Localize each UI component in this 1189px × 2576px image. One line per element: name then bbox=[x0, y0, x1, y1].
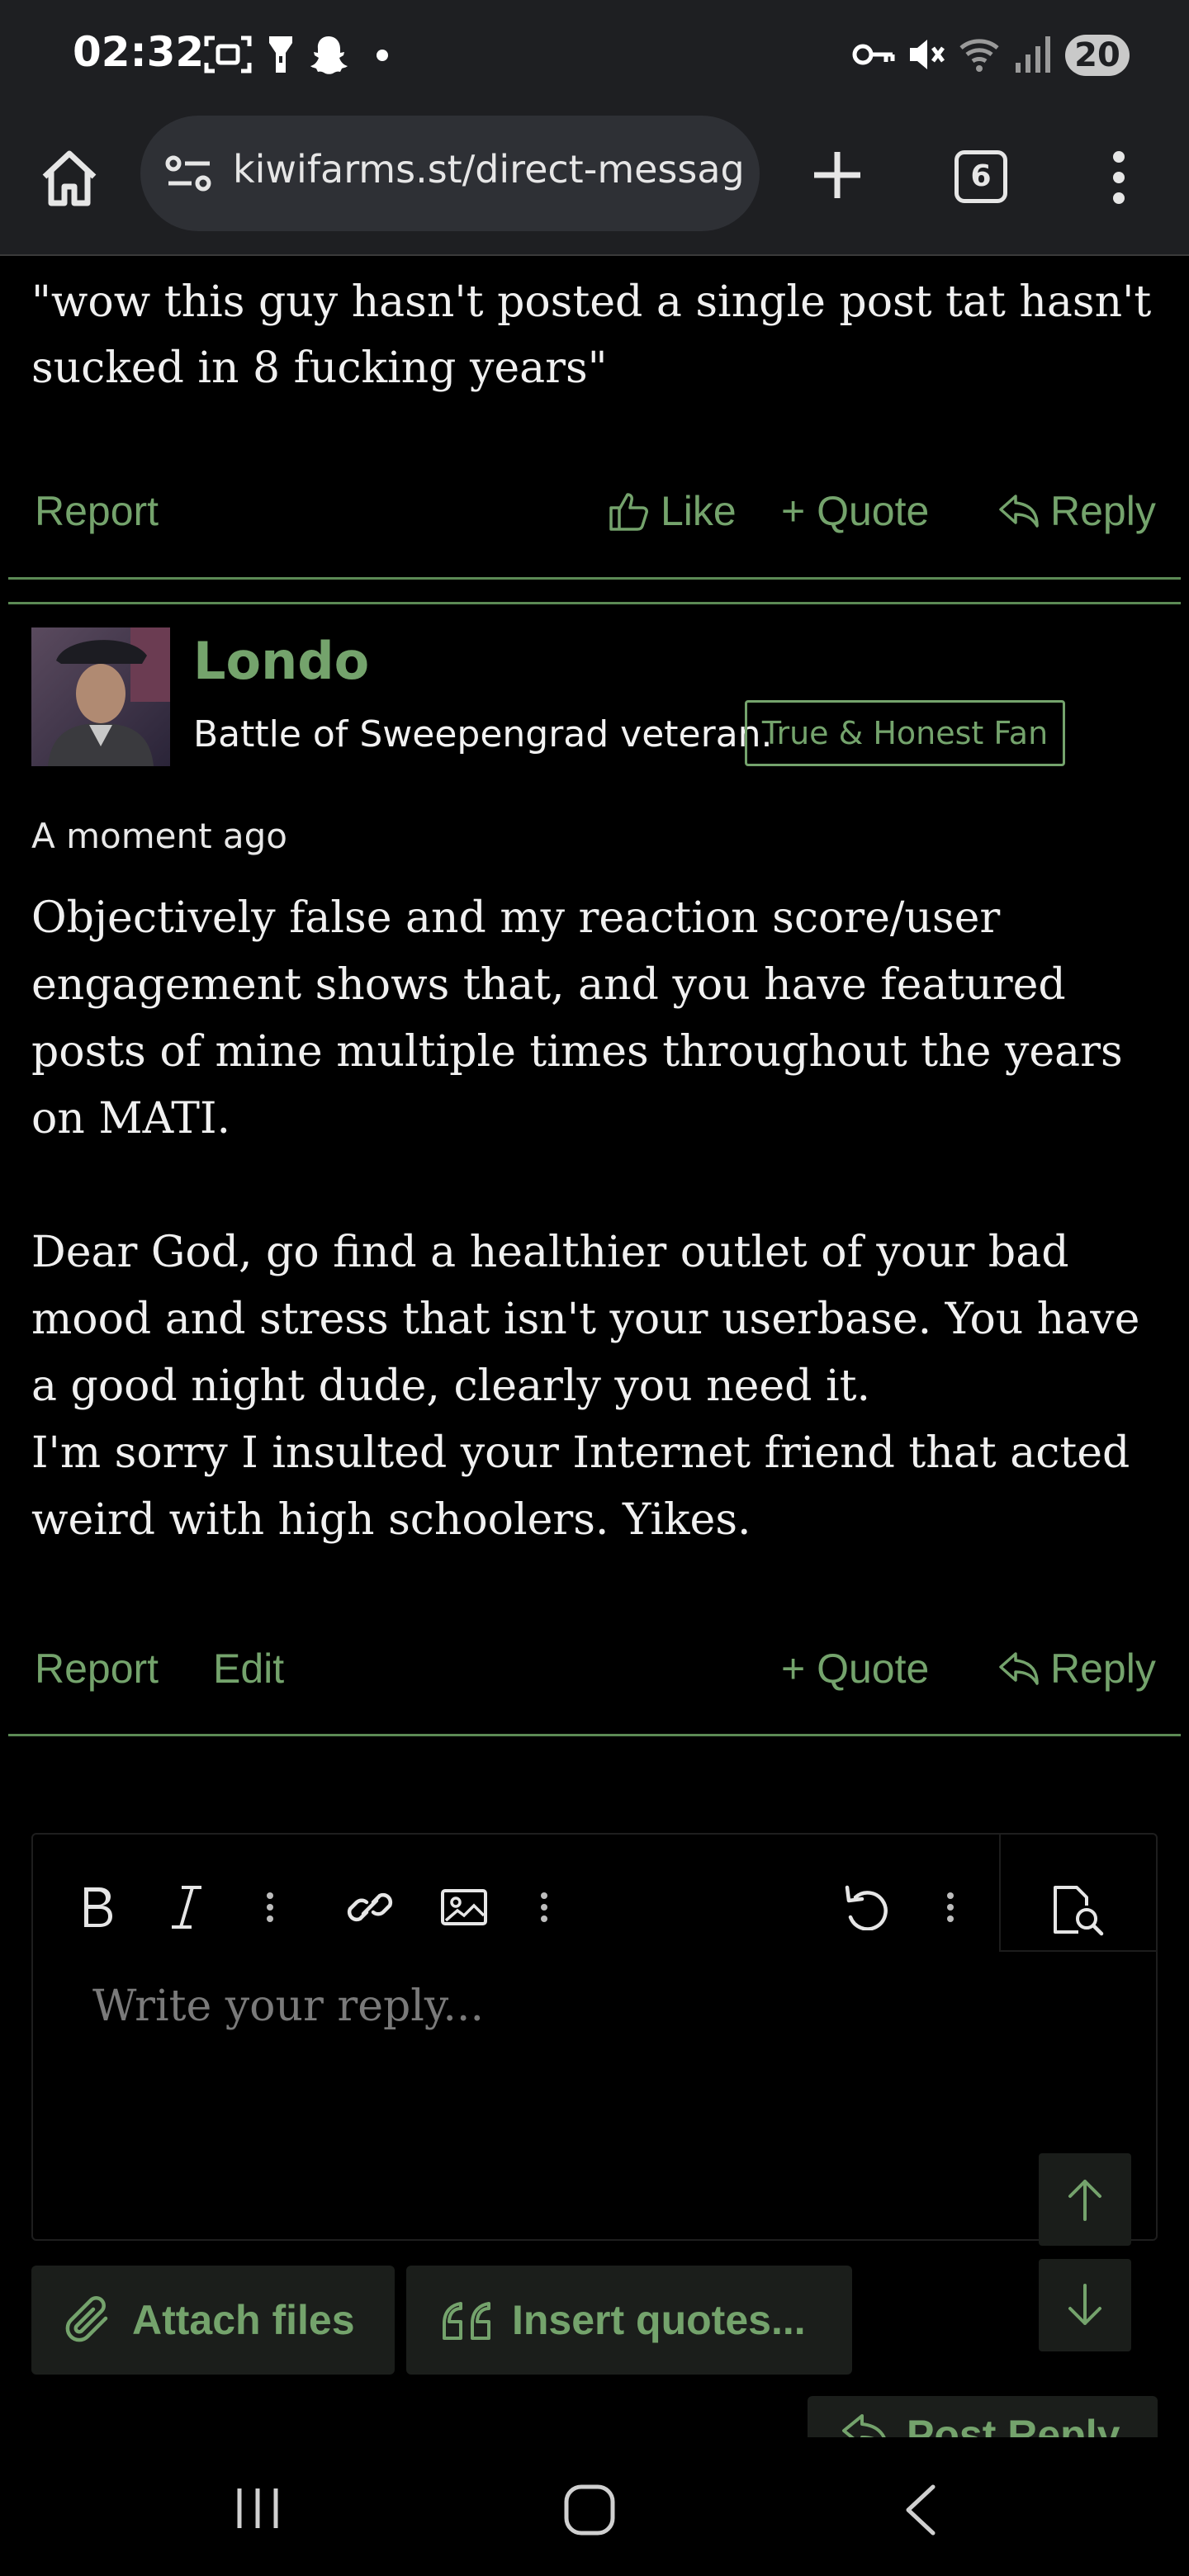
reply-icon bbox=[999, 495, 1039, 528]
status-time: 02:32 bbox=[73, 28, 205, 76]
message-time[interactable]: A moment ago bbox=[31, 816, 287, 856]
thumbs-up-icon bbox=[609, 493, 648, 531]
back-icon[interactable] bbox=[902, 2484, 938, 2536]
reply-editor[interactable]: Write your reply... bbox=[31, 1833, 1158, 2241]
site-settings-icon[interactable] bbox=[165, 154, 213, 193]
more-options-icon[interactable] bbox=[1106, 150, 1131, 205]
address-bar[interactable]: kiwifarms.st/direct-messag bbox=[140, 116, 760, 231]
scroll-up-button[interactable] bbox=[1039, 2153, 1131, 2246]
toolbar-separator bbox=[999, 1950, 1158, 1952]
like-label: Like bbox=[661, 488, 737, 534]
more-text-options-icon[interactable] bbox=[264, 1884, 276, 1930]
signal-icon bbox=[1016, 36, 1050, 73]
avatar[interactable] bbox=[31, 627, 170, 766]
username[interactable]: Londo bbox=[193, 631, 369, 691]
new-tab-icon[interactable] bbox=[811, 149, 864, 201]
screenshot-icon bbox=[204, 36, 252, 73]
report-label: Report bbox=[35, 488, 159, 534]
like-button[interactable]: Like bbox=[608, 487, 737, 535]
toolbar-separator bbox=[999, 1835, 1001, 1950]
italic-icon[interactable] bbox=[170, 1884, 203, 1930]
report-label: Report bbox=[35, 1646, 159, 1692]
arrow-up-icon bbox=[1068, 2180, 1101, 2221]
preview-icon[interactable] bbox=[1050, 1884, 1105, 1937]
insert-quotes-label: Insert quotes... bbox=[512, 2297, 806, 2343]
recent-apps-icon[interactable] bbox=[233, 2484, 282, 2533]
undo-icon[interactable] bbox=[841, 1884, 890, 1930]
home-nav-icon[interactable] bbox=[563, 2484, 616, 2536]
avatar-image bbox=[31, 627, 170, 766]
bold-icon[interactable] bbox=[78, 1884, 117, 1930]
mute-icon bbox=[910, 40, 945, 69]
attach-files-label: Attach files bbox=[132, 2297, 355, 2343]
post-reply-button[interactable]: Post Reply bbox=[808, 2396, 1158, 2437]
report-link[interactable]: Report bbox=[35, 1645, 159, 1693]
edit-link[interactable]: Edit bbox=[213, 1645, 284, 1693]
reply-icon bbox=[999, 1652, 1039, 1685]
battery-indicator: 20 bbox=[1065, 35, 1130, 76]
browser-toolbar: kiwifarms.st/direct-messag 6 bbox=[0, 109, 1189, 256]
message-body: Objectively false and my reaction score/… bbox=[31, 885, 1163, 1554]
flashlight-icon bbox=[269, 36, 292, 73]
quote-label: + Quote bbox=[781, 488, 930, 534]
user-badge: True & Honest Fan bbox=[745, 700, 1065, 766]
post-reply-label: Post Reply bbox=[907, 2412, 1120, 2437]
status-bar: 02:32 20 bbox=[0, 0, 1189, 109]
reply-placeholder: Write your reply... bbox=[92, 1982, 484, 2031]
snapchat-icon bbox=[310, 36, 348, 74]
tab-switcher-button[interactable]: 6 bbox=[955, 150, 1007, 203]
more-options-icon[interactable] bbox=[945, 1884, 956, 1930]
message-divider bbox=[8, 1734, 1181, 1736]
reply-label: Reply bbox=[1050, 1646, 1156, 1692]
report-link[interactable]: Report bbox=[35, 487, 159, 535]
user-title: Battle of Sweepengrad veteran. bbox=[193, 713, 773, 755]
attach-files-button[interactable]: Attach files bbox=[31, 2266, 395, 2375]
message-paragraph: Objectively false and my reaction score/… bbox=[31, 893, 1123, 1144]
quote-label: + Quote bbox=[781, 1646, 930, 1692]
dot-icon bbox=[377, 50, 388, 61]
link-icon[interactable] bbox=[345, 1884, 395, 1930]
reply-button[interactable]: Reply bbox=[997, 487, 1156, 535]
previous-message-text: "wow this guy hasn't posted a single pos… bbox=[31, 277, 1152, 393]
image-icon[interactable] bbox=[439, 1884, 489, 1930]
arrow-down-icon bbox=[1068, 2284, 1101, 2325]
reply-icon bbox=[842, 2414, 886, 2437]
scroll-down-button[interactable] bbox=[1039, 2259, 1131, 2351]
quote-button[interactable]: + Quote bbox=[781, 1645, 929, 1693]
message-paragraph: I'm sorry I insulted your Internet frien… bbox=[31, 1428, 1130, 1545]
conversation-content: "wow this guy hasn't posted a single pos… bbox=[0, 258, 1189, 2437]
more-insert-options-icon[interactable] bbox=[538, 1884, 550, 1930]
url-text: kiwifarms.st/direct-messag bbox=[233, 147, 745, 192]
wifi-icon bbox=[959, 39, 999, 72]
message-paragraph: Dear God, go find a healthier outlet of … bbox=[31, 1228, 1140, 1411]
message-divider bbox=[8, 577, 1181, 580]
reply-label: Reply bbox=[1050, 488, 1156, 534]
system-nav-bar bbox=[0, 2437, 1189, 2576]
edit-label: Edit bbox=[213, 1646, 285, 1692]
reply-button[interactable]: Reply bbox=[997, 1645, 1156, 1693]
message-divider bbox=[8, 602, 1181, 604]
quote-icon bbox=[443, 2302, 490, 2340]
home-icon[interactable] bbox=[38, 147, 101, 210]
insert-quotes-button[interactable]: Insert quotes... bbox=[406, 2266, 852, 2375]
quote-button[interactable]: + Quote bbox=[781, 487, 929, 535]
key-icon bbox=[852, 44, 895, 65]
paperclip-icon bbox=[65, 2296, 108, 2342]
